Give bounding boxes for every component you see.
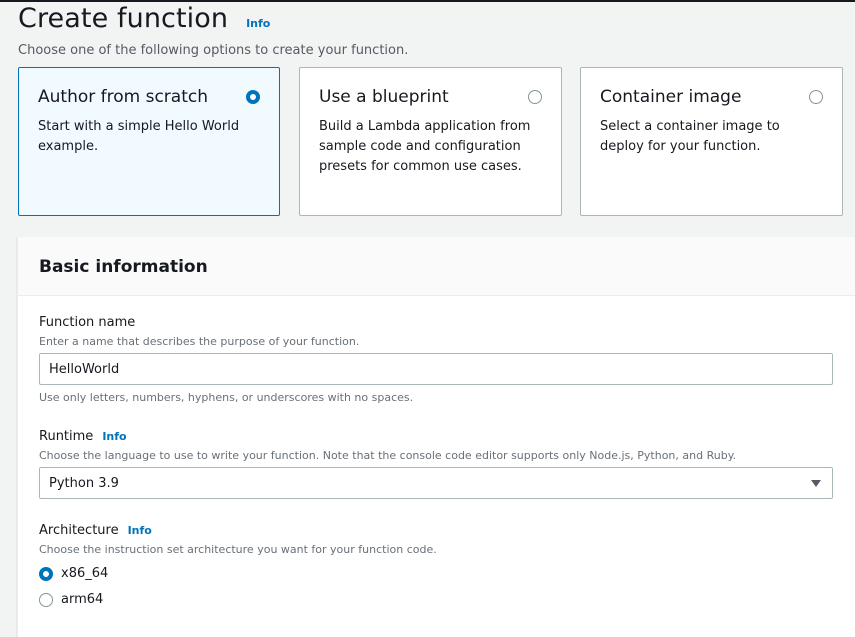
architecture-option-x86-64[interactable]: x86_64 <box>39 566 108 581</box>
basic-information-panel: Basic information Function name Enter a … <box>17 237 855 637</box>
page-header: Create function Info <box>18 3 270 34</box>
runtime-label: Runtime Info <box>39 429 127 444</box>
page-title: Create function <box>18 3 229 34</box>
architecture-label: Architecture Info <box>39 523 152 538</box>
option-container-image[interactable]: Container image Select a container image… <box>580 67 843 216</box>
radio-author-from-scratch[interactable] <box>246 90 260 104</box>
option-description: Start with a simple Hello World example. <box>38 119 240 154</box>
radio-container-image[interactable] <box>809 90 823 104</box>
option-author-from-scratch[interactable]: Author from scratch Start with a simple … <box>18 67 280 216</box>
function-name-description: Enter a name that describes the purpose … <box>39 335 360 348</box>
runtime-description: Choose the language to use to write your… <box>39 449 737 462</box>
function-name-label: Function name <box>39 315 135 330</box>
architecture-label-text: Architecture <box>39 523 119 538</box>
option-title: Use a blueprint <box>319 87 449 107</box>
option-description: Build a Lambda application from sample c… <box>319 119 531 174</box>
page-subtitle: Choose one of the following options to c… <box>18 43 409 58</box>
top-border <box>0 0 855 2</box>
function-name-input[interactable] <box>39 353 833 385</box>
option-description: Select a container image to deploy for y… <box>600 119 780 154</box>
function-name-hint: Use only letters, numbers, hyphens, or u… <box>39 391 414 404</box>
caret-down-icon <box>811 479 821 487</box>
radio-arm64[interactable] <box>39 592 53 607</box>
radio-use-a-blueprint[interactable] <box>528 90 542 104</box>
architecture-description: Choose the instruction set architecture … <box>39 543 437 556</box>
runtime-select[interactable]: Python 3.9 <box>39 467 833 499</box>
option-use-a-blueprint[interactable]: Use a blueprint Build a Lambda applicati… <box>299 67 562 216</box>
radio-label: arm64 <box>61 592 104 607</box>
architecture-option-arm64[interactable]: arm64 <box>39 592 103 607</box>
panel-title: Basic information <box>39 257 208 277</box>
runtime-selected-value: Python 3.9 <box>49 475 119 491</box>
runtime-label-text: Runtime <box>39 429 94 444</box>
runtime-info-link[interactable]: Info <box>102 430 126 443</box>
function-name-label-text: Function name <box>39 315 136 330</box>
radio-x86-64[interactable] <box>39 566 53 581</box>
radio-label: x86_64 <box>61 566 109 581</box>
option-title: Author from scratch <box>38 87 208 107</box>
architecture-info-link[interactable]: Info <box>128 524 152 537</box>
panel-header: Basic information <box>18 237 855 296</box>
option-title: Container image <box>600 87 742 107</box>
page-info-link[interactable]: Info <box>246 17 270 30</box>
